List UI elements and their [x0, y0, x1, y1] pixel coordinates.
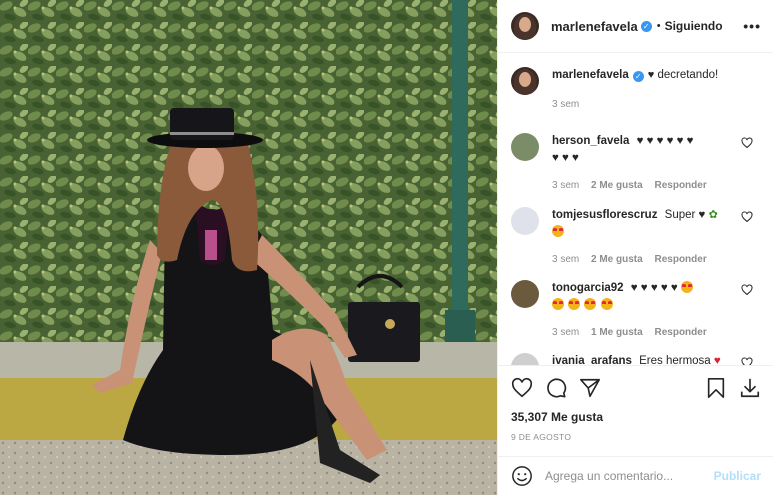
black-heart-icon: ♥: [647, 69, 655, 82]
comment-body: tonogarcia92 ♥ ♥ ♥ ♥ ♥ 3 sem 1 Me gusta …: [552, 280, 761, 353]
likes-count[interactable]: 35,307 Me gusta: [511, 410, 761, 424]
reply-button[interactable]: Responder: [654, 180, 706, 191]
photo-illustration: [0, 0, 497, 495]
post-actions: 35,307 Me gusta 9 DE AGOSTO: [498, 364, 773, 456]
heart-eyes-icon: [600, 298, 613, 311]
following-button[interactable]: Siguiendo: [665, 19, 723, 33]
black-heart-icon: ♥ ♥ ♥ ♥ ♥: [630, 282, 678, 295]
action-icons: [511, 375, 761, 401]
commenter-avatar[interactable]: [511, 280, 539, 309]
comment-item: herson_favela ♥ ♥ ♥ ♥ ♥ ♥ ♥ ♥ ♥ 3 sem 2 …: [511, 133, 761, 207]
instagram-post: marlenefavela ✓ • Siguiendo ••• marlenef…: [0, 0, 773, 495]
share-icon[interactable]: [579, 377, 601, 399]
like-icon[interactable]: [511, 377, 533, 399]
heart-eyes-icon: [552, 225, 564, 238]
red-heart-icon: ♥: [713, 355, 721, 365]
comment-likes[interactable]: 2 Me gusta: [591, 180, 643, 191]
commenter-avatar[interactable]: [511, 133, 539, 162]
black-heart-icon: ♥ ♥ ♥ ♥ ♥ ♥: [636, 135, 694, 148]
post-photo[interactable]: [0, 0, 497, 495]
author-username[interactable]: marlenefavela: [551, 19, 638, 34]
like-comment-icon[interactable]: [741, 211, 753, 223]
more-options-icon[interactable]: •••: [743, 18, 761, 34]
comment-username[interactable]: ivania_arafans: [552, 355, 632, 365]
post-side-panel: marlenefavela ✓ • Siguiendo ••• marlenef…: [497, 0, 773, 495]
like-comment-icon[interactable]: [741, 137, 753, 149]
heart-eyes-icon: [568, 298, 581, 311]
caption-username[interactable]: marlenefavela: [552, 69, 629, 81]
commenter-avatar[interactable]: [511, 207, 539, 236]
comment-time[interactable]: 3 sem: [552, 254, 579, 265]
post-header: marlenefavela ✓ • Siguiendo •••: [498, 0, 773, 54]
comment-username[interactable]: tomjesusflorescruz: [552, 209, 657, 221]
verified-badge-icon: ✓: [632, 71, 644, 83]
seedling-icon: ✿: [708, 209, 718, 222]
caption-avatar[interactable]: [511, 67, 539, 96]
comment-text: Eres hermosa: [639, 355, 711, 365]
comment-meta: 3 sem 2 Me gusta Responder: [552, 251, 739, 268]
comment-body: tomjesusflorescruz Super ♥ ✿ 3 sem 2 Me …: [552, 207, 761, 280]
save-icon[interactable]: [706, 377, 726, 399]
caption-meta: 3 sem: [552, 96, 739, 113]
caption-body: marlenefavela ✓ ♥ decretando! 3 sem: [552, 67, 761, 127]
comment-text: Super: [664, 209, 696, 222]
reply-button[interactable]: Responder: [654, 254, 706, 265]
black-heart-icon: ♥ ♥ ♥: [552, 152, 579, 165]
caption-text: decretando!: [657, 69, 719, 82]
comment-body: ivania_arafans Eres hermosa ♥: [552, 353, 761, 365]
comment-time[interactable]: 3 sem: [552, 327, 579, 338]
comment-likes[interactable]: 2 Me gusta: [591, 254, 643, 265]
caption-time[interactable]: 3 sem: [552, 99, 579, 110]
heart-eyes-icon: [552, 298, 564, 311]
comment-item: tomjesusflorescruz Super ♥ ✿ 3 sem 2 Me …: [511, 207, 761, 280]
download-icon[interactable]: [739, 377, 761, 399]
publish-button[interactable]: Publicar: [714, 469, 761, 483]
add-comment-bar: Publicar: [498, 455, 773, 495]
like-comment-icon[interactable]: [741, 284, 753, 296]
comments-list[interactable]: marlenefavela ✓ ♥ decretando! 3 sem herson…: [498, 53, 773, 365]
commenter-avatar[interactable]: [511, 353, 539, 365]
emoji-icon[interactable]: [511, 465, 533, 487]
black-heart-icon: ♥: [698, 209, 706, 222]
verified-badge-icon: ✓: [640, 20, 652, 32]
heart-eyes-icon: [584, 298, 597, 311]
comment-username[interactable]: tonogarcia92: [552, 282, 624, 294]
comment-meta: 3 sem 2 Me gusta Responder: [552, 177, 739, 194]
comment-time[interactable]: 3 sem: [552, 180, 579, 191]
like-comment-icon[interactable]: [741, 357, 753, 365]
comment-icon[interactable]: [545, 377, 567, 399]
reply-button[interactable]: Responder: [654, 327, 706, 338]
comment-body: herson_favela ♥ ♥ ♥ ♥ ♥ ♥ ♥ ♥ ♥ 3 sem 2 …: [552, 133, 761, 207]
author-avatar[interactable]: [511, 12, 539, 41]
comment-likes[interactable]: 1 Me gusta: [591, 327, 643, 338]
heart-eyes-icon: [680, 281, 693, 294]
comment-item: tonogarcia92 ♥ ♥ ♥ ♥ ♥ 3 sem 1 Me gusta …: [511, 280, 761, 353]
caption: marlenefavela ✓ ♥ decretando! 3 sem: [511, 67, 761, 127]
comment-meta: 3 sem 1 Me gusta Responder: [552, 324, 739, 341]
comment-item: ivania_arafans Eres hermosa ♥: [511, 353, 761, 365]
post-date[interactable]: 9 DE AGOSTO: [511, 432, 761, 442]
header-separator: •: [656, 20, 661, 33]
comment-username[interactable]: herson_favela: [552, 135, 629, 147]
comment-input[interactable]: [545, 468, 714, 483]
